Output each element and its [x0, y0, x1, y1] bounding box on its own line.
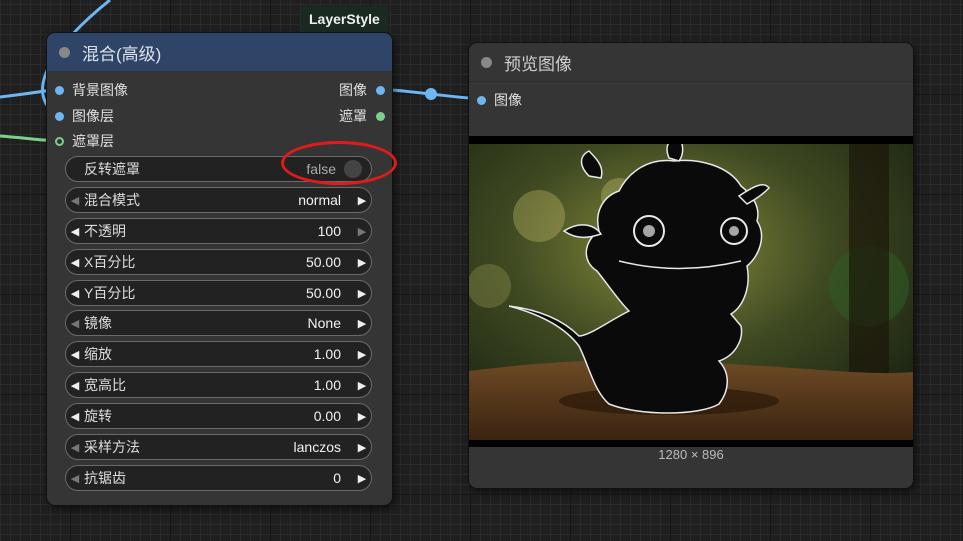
blend-advanced-node[interactable]: 混合(高级) 背景图像 图像层 遮罩层 图像 遮罩 反转遮罩 false ◀ 混… [47, 33, 392, 505]
slot-label: 图像 [494, 92, 522, 108]
rotate-number[interactable]: ◀ 旋转 0.00 ▶ [65, 403, 372, 429]
highlight-annotation [281, 141, 397, 185]
image-resolution: 1280 × 896 [658, 447, 724, 462]
slot-label: 图像 [339, 82, 367, 98]
widget-value: 50.00 [305, 285, 341, 301]
collapse-dot-icon[interactable] [59, 46, 70, 58]
node-header[interactable]: 混合(高级) [47, 33, 392, 71]
node-group-badge: LayerStyle [301, 6, 388, 32]
decrement-arrow-icon[interactable]: ◀ [66, 441, 84, 454]
slot-label: 遮罩层 [72, 133, 114, 149]
x-percent-number[interactable]: ◀ X百分比 50.00 ▶ [65, 249, 372, 275]
widget-label: 混合模式 [84, 192, 140, 208]
widget-label: 采样方法 [84, 439, 140, 455]
widget-label: 宽高比 [84, 377, 126, 393]
mirror-combo[interactable]: ◀ 镜像 None ▶ [65, 310, 372, 336]
input-slot-image[interactable]: 图像 [477, 90, 522, 110]
increment-arrow-icon[interactable]: ▶ [353, 472, 371, 485]
decrement-arrow-icon[interactable]: ◀ [66, 379, 84, 392]
slot-label: 背景图像 [72, 82, 128, 98]
sampling-method-combo[interactable]: ◀ 采样方法 lanczos ▶ [65, 434, 372, 460]
widget-label: 抗锯齿 [84, 470, 126, 486]
decrement-arrow-icon[interactable]: ◀ [66, 287, 84, 300]
input-slot-image-layer[interactable]: 图像层 [55, 106, 114, 126]
output-slot-mask[interactable]: 遮罩 [339, 106, 385, 126]
image-input-dot-icon[interactable] [477, 95, 486, 105]
increment-arrow-icon[interactable]: ▶ [353, 287, 371, 300]
mask-output-dot-icon[interactable] [376, 111, 385, 121]
decrement-arrow-icon[interactable]: ◀ [66, 225, 84, 238]
preview-image[interactable] [469, 136, 913, 447]
decrement-arrow-icon[interactable]: ◀ [66, 472, 84, 485]
widget-value: 1.00 [313, 346, 341, 362]
increment-arrow-icon[interactable]: ▶ [353, 256, 371, 269]
widget-label: 不透明 [84, 223, 126, 239]
output-slot-image[interactable]: 图像 [339, 80, 385, 100]
widget-value: 0 [333, 470, 341, 486]
node-title: 预览图像 [504, 54, 572, 74]
increment-arrow-icon[interactable]: ▶ [353, 225, 371, 238]
slot-label: 图像层 [72, 108, 114, 124]
widget-value: 0.00 [313, 408, 341, 424]
widget-label: 缩放 [84, 346, 112, 362]
y-percent-number[interactable]: ◀ Y百分比 50.00 ▶ [65, 280, 372, 306]
image-output-dot-icon[interactable] [376, 85, 385, 95]
increment-arrow-icon[interactable]: ▶ [353, 194, 371, 207]
input-slot-mask-layer[interactable]: 遮罩层 [55, 131, 114, 151]
aspect-ratio-number[interactable]: ◀ 宽高比 1.00 ▶ [65, 372, 372, 398]
link-reroute-dot[interactable] [425, 88, 437, 100]
image-input-dot-icon[interactable] [55, 85, 64, 95]
increment-arrow-icon[interactable]: ▶ [353, 317, 371, 330]
node-header[interactable]: 预览图像 [469, 43, 913, 82]
widget-value: normal [298, 192, 341, 208]
decrement-arrow-icon[interactable]: ◀ [66, 410, 84, 423]
decrement-arrow-icon[interactable]: ◀ [66, 194, 84, 207]
opacity-number[interactable]: ◀ 不透明 100 ▶ [65, 218, 372, 244]
widget-value: lanczos [293, 439, 341, 455]
input-slot-background-image[interactable]: 背景图像 [55, 80, 128, 100]
mask-input-dot-icon[interactable] [55, 136, 64, 146]
increment-arrow-icon[interactable]: ▶ [353, 410, 371, 423]
collapse-dot-icon[interactable] [481, 56, 492, 68]
anti-aliasing-number[interactable]: ◀ 抗锯齿 0 ▶ [65, 465, 372, 491]
widget-value: 1.00 [313, 377, 341, 393]
widget-label: 镜像 [84, 315, 112, 331]
node-title: 混合(高级) [82, 44, 162, 64]
dragon-image [469, 136, 913, 447]
increment-arrow-icon[interactable]: ▶ [353, 379, 371, 392]
widget-value: None [307, 315, 341, 331]
blend-mode-combo[interactable]: ◀ 混合模式 normal ▶ [65, 187, 372, 213]
widget-label: 反转遮罩 [84, 161, 140, 177]
scale-number[interactable]: ◀ 缩放 1.00 ▶ [65, 341, 372, 367]
slot-label: 遮罩 [339, 108, 367, 124]
widget-label: Y百分比 [84, 285, 136, 301]
image-input-dot-icon[interactable] [55, 111, 64, 121]
preview-image-node[interactable]: 预览图像 图像 1280 × 896 [469, 43, 913, 488]
widget-label: 旋转 [84, 408, 112, 424]
decrement-arrow-icon[interactable]: ◀ [66, 256, 84, 269]
increment-arrow-icon[interactable]: ▶ [353, 348, 371, 361]
widget-value: 100 [317, 223, 341, 239]
decrement-arrow-icon[interactable]: ◀ [66, 317, 84, 330]
decrement-arrow-icon[interactable]: ◀ [66, 348, 84, 361]
widget-label: X百分比 [84, 254, 136, 270]
widget-value: 50.00 [305, 254, 341, 270]
increment-arrow-icon[interactable]: ▶ [353, 441, 371, 454]
